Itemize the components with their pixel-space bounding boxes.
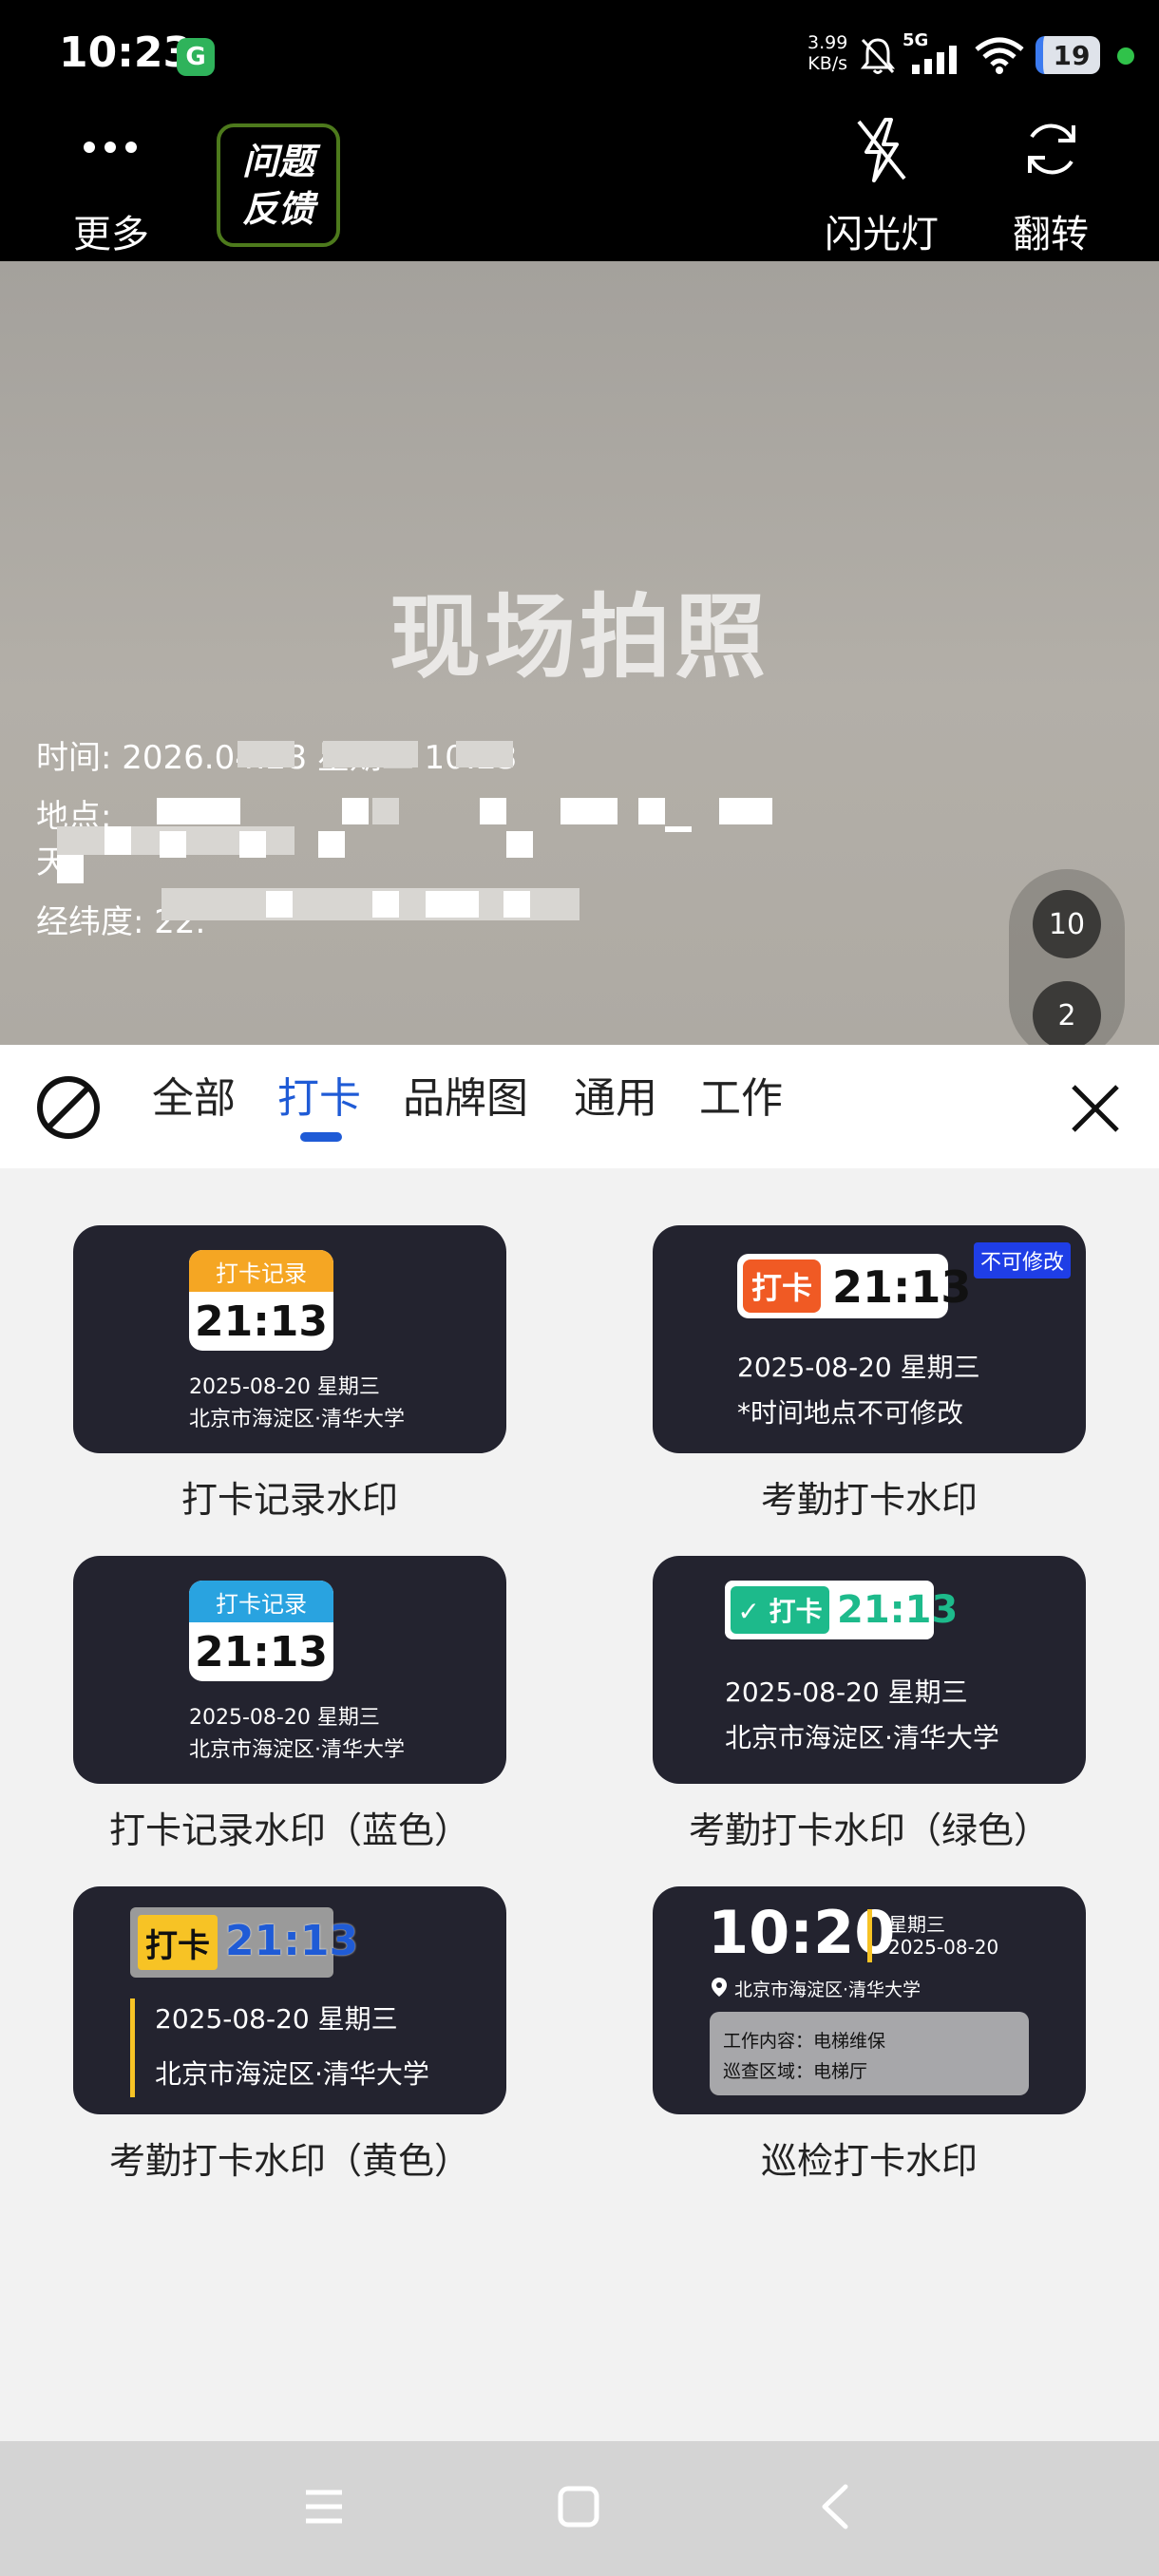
template-card-checkin-record[interactable]: 打卡记录 21:13 2025-08-20 星期三 北京市海淀区·清华大学 <box>73 1225 506 1453</box>
template-date: 2025-08-20 星期三 <box>189 1706 380 1730</box>
camera-top-bar <box>0 114 1159 261</box>
home-icon[interactable] <box>557 2485 600 2529</box>
template-note: *时间地点不可修改 <box>737 1397 964 1429</box>
camera-title: 现场拍照 <box>390 584 770 691</box>
signal-icon <box>912 46 957 74</box>
tab-brand[interactable]: 品牌图 <box>403 1064 528 1125</box>
template-card-attendance-yellow[interactable]: 打卡 21:13 2025-08-20 星期三 北京市海淀区·清华大学 <box>73 1886 506 2114</box>
flash-button[interactable]: 闪光灯 <box>815 112 948 261</box>
system-navigation-bar <box>0 2441 1159 2576</box>
attendance-time: 21:13 <box>225 1917 359 1965</box>
flash-label: 闪光灯 <box>825 213 939 256</box>
watermark-category-tabs: 全部 打卡 品牌图 通用 工作 <box>0 1045 1159 1168</box>
template-date: 2025-08-20 星期三 <box>155 2003 398 2035</box>
tab-work[interactable]: 工作 <box>699 1064 783 1125</box>
checkin-record-box: 打卡记录 21:13 <box>189 1250 333 1351</box>
flip-camera-icon <box>1028 123 1075 175</box>
app-notification-icon: G <box>177 38 215 76</box>
tab-general[interactable]: 通用 <box>574 1064 657 1125</box>
flip-button[interactable]: 翻转 <box>994 112 1108 261</box>
checkin-record-time: 21:13 <box>194 1297 329 1346</box>
template-place: 北京市海淀区·清华大学 <box>189 1738 405 1762</box>
accent-bar <box>867 1909 872 1962</box>
template-place: 北京市海淀区·清华大学 <box>155 2058 429 2090</box>
attendance-tag: 打卡 <box>138 1915 218 1970</box>
camera-preview[interactable]: 现场拍照 时间: 2026.04.28 星期二 10:23 地点: 天 经纬度:… <box>0 261 1159 1045</box>
back-icon[interactable] <box>815 2483 853 2530</box>
flip-label: 翻转 <box>1013 213 1089 256</box>
template-card-patrol[interactable]: 10:20 星期三 2025-08-20 北京市海淀区·清华大学 工作内容：电梯… <box>653 1886 1086 2114</box>
feedback-line2: 反馈 <box>241 188 314 230</box>
template-label: 巡检打卡水印 <box>760 2140 978 2182</box>
no-watermark-icon[interactable] <box>34 1073 103 1142</box>
patrol-info-box: 工作内容：电梯维保 巡查区域：电梯厅 <box>710 2012 1029 2095</box>
tab-checkin[interactable]: 打卡 <box>277 1064 361 1125</box>
patrol-place: 北京市海淀区·清华大学 <box>734 1979 922 2000</box>
feedback-button[interactable]: 问题 反馈 <box>217 123 340 247</box>
location-pin-icon <box>712 1978 727 1997</box>
status-time: 10:23 <box>59 28 193 77</box>
template-card-attendance-green[interactable]: ✓ 打卡 21:13 2025-08-20 星期三 北京市海淀区·清华大学 <box>653 1556 1086 1784</box>
attendance-time: 21:13 <box>832 1261 972 1313</box>
template-date: 2025-08-20 星期三 <box>725 1676 968 1708</box>
attendance-tag: 打卡 <box>743 1260 821 1313</box>
template-label: 打卡记录水印 <box>180 1479 398 1521</box>
zoom-option[interactable]: 10 <box>1033 890 1101 958</box>
network-speed-unit: KB/s <box>808 53 848 74</box>
checkin-record-tag: 打卡记录 <box>189 1250 333 1292</box>
patrol-weekday: 星期三 <box>888 1913 945 1936</box>
flash-off-icon <box>857 118 906 182</box>
template-label: 考勤打卡水印（黄色） <box>108 2140 470 2182</box>
template-date: 2025-08-20 星期三 <box>737 1352 980 1383</box>
feedback-line1: 问题 <box>241 141 314 182</box>
battery-indicator: 19 <box>1036 36 1100 74</box>
template-place: 北京市海淀区·清华大学 <box>189 1408 405 1431</box>
template-card-attendance[interactable]: 打卡 21:13 不可修改 2025-08-20 星期三 *时间地点不可修改 <box>653 1225 1086 1453</box>
status-bar: 10:23 G 3.99 KB/s 5G 19 <box>0 0 1159 114</box>
wifi-icon <box>975 37 1024 74</box>
tab-all[interactable]: 全部 <box>152 1064 236 1125</box>
template-date: 2025-08-20 星期三 <box>189 1375 380 1399</box>
not-editable-badge: 不可修改 <box>974 1242 1071 1279</box>
patrol-work-content: 工作内容：电梯维保 <box>723 2031 886 2052</box>
checkin-record-tag: 打卡记录 <box>189 1581 333 1622</box>
attendance-time-box: 打卡 21:13 <box>737 1254 971 1318</box>
bell-muted-icon <box>860 38 896 74</box>
checkin-record-box: 打卡记录 21:13 <box>189 1581 333 1681</box>
more-button[interactable]: 更多 <box>68 123 154 261</box>
patrol-area: 巡查区域：电梯厅 <box>723 2061 868 2082</box>
template-card-checkin-record-blue[interactable]: 打卡记录 21:13 2025-08-20 星期三 北京市海淀区·清华大学 <box>73 1556 506 1784</box>
accent-bar <box>130 1998 135 2097</box>
menu-icon[interactable] <box>302 2485 346 2529</box>
privacy-indicator-dot <box>1117 47 1134 65</box>
template-label: 打卡记录水印（蓝色） <box>108 1809 470 1851</box>
attendance-time-box: 打卡 21:13 <box>130 1907 358 1978</box>
attendance-time-box: ✓ 打卡 21:13 <box>725 1581 958 1639</box>
template-place: 北京市海淀区·清华大学 <box>725 1722 999 1753</box>
more-dots-icon <box>84 142 137 153</box>
network-speed: 3.99 KB/s <box>808 32 847 74</box>
active-tab-indicator <box>300 1132 342 1142</box>
template-label: 考勤打卡水印 <box>760 1479 978 1521</box>
more-label: 更多 <box>73 213 149 256</box>
close-icon[interactable] <box>1070 1083 1121 1134</box>
network-speed-value: 3.99 <box>808 32 848 53</box>
checkin-record-time: 21:13 <box>194 1627 329 1676</box>
zoom-control: 10 2 <box>1009 869 1125 1045</box>
patrol-date: 2025-08-20 <box>888 1936 999 1959</box>
attendance-tag: ✓ 打卡 <box>731 1586 829 1634</box>
zoom-option[interactable]: 2 <box>1033 981 1101 1045</box>
attendance-time: 21:13 <box>837 1588 959 1632</box>
template-label: 考勤打卡水印（绿色） <box>688 1809 1050 1851</box>
